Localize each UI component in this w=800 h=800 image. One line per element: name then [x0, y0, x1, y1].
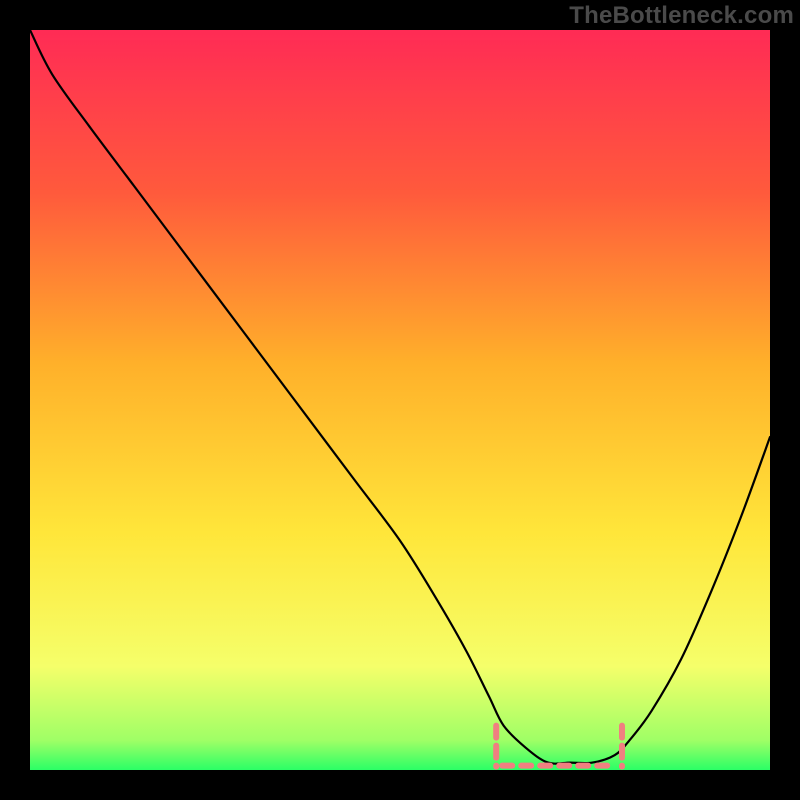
chart-container: TheBottleneck.com — [0, 0, 800, 800]
watermark-text: TheBottleneck.com — [569, 2, 794, 30]
bottleneck-chart — [30, 30, 770, 770]
plot-background — [30, 30, 770, 770]
